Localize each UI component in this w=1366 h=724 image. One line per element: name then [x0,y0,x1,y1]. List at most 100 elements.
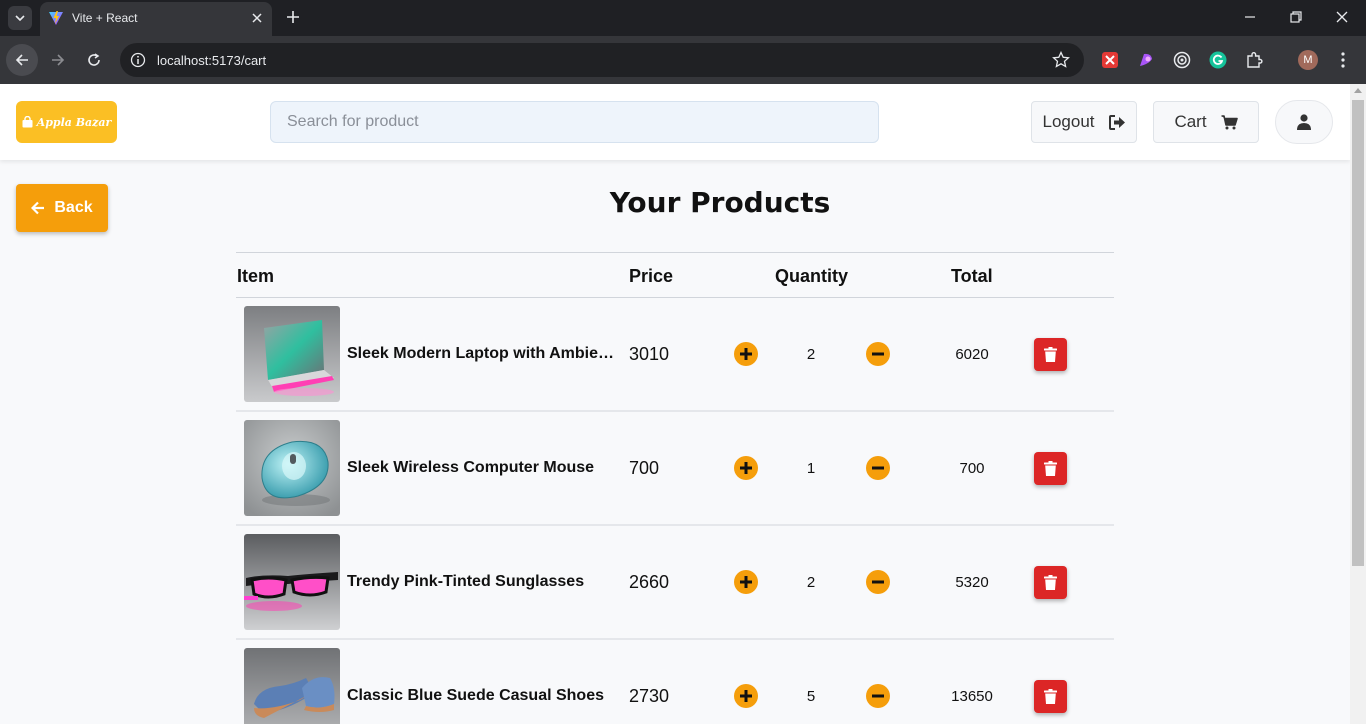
extension-target-icon[interactable] [1173,51,1191,69]
shopping-cart-icon [1221,114,1238,129]
user-profile-button[interactable] [1275,100,1333,144]
grammarly-icon[interactable] [1209,51,1227,69]
browser-toolbar: localhost:5173/cart M [0,36,1366,84]
plus-icon [740,690,752,702]
logout-button[interactable]: Logout [1031,101,1137,143]
product-price: 3010 [629,344,670,364]
increase-quantity-button[interactable] [734,570,758,594]
back-label: Back [54,199,93,216]
tab-title: Vite + React [72,11,138,25]
product-image-shoes[interactable] [244,648,340,724]
url-text[interactable]: localhost:5173/cart [157,53,266,68]
sign-out-icon [1108,114,1125,130]
product-name[interactable]: Trendy Pink-Tinted Sunglasses [347,573,623,591]
delete-button[interactable] [1034,338,1067,371]
site-info-icon[interactable] [130,52,146,68]
page-title: Your Products [609,186,831,219]
decrease-quantity-button[interactable] [866,570,890,594]
product-quantity: 5 [806,688,816,705]
product-total: 5320 [955,574,989,591]
product-quantity: 2 [806,574,816,591]
trash-icon [1044,347,1057,362]
product-price: 2730 [629,686,670,706]
minus-icon [872,352,884,356]
table-row: Trendy Pink-Tinted Sunglasses 2660 2 532… [236,526,1114,640]
plus-icon [740,462,752,474]
delete-button[interactable] [1034,452,1067,485]
back-arrow-icon[interactable] [6,44,38,76]
close-window-icon[interactable] [1322,4,1362,30]
restore-icon[interactable] [1276,4,1316,30]
column-header-price: Price [629,266,674,286]
site-logo[interactable]: Appla Bazar [16,101,117,143]
minus-icon [872,580,884,584]
logout-label: Logout [1042,112,1095,131]
decrease-quantity-button[interactable] [866,456,890,480]
product-total: 13650 [951,688,993,705]
product-image-mouse[interactable] [244,420,340,516]
increase-quantity-button[interactable] [734,456,758,480]
delete-button[interactable] [1034,566,1067,599]
extension-red-icon[interactable] [1101,51,1119,69]
scrollbar-thumb[interactable] [1352,100,1364,566]
delete-button[interactable] [1034,680,1067,713]
user-icon [1297,114,1311,130]
plus-icon [740,576,752,588]
vite-logo-icon [49,11,63,25]
minimize-icon[interactable] [1230,4,1270,30]
search-input[interactable] [270,101,879,143]
arrow-left-icon [31,201,45,215]
column-header-quantity: Quantity [775,266,849,286]
product-price: 700 [629,458,660,478]
product-name[interactable]: Sleek Wireless Computer Mouse [347,459,623,477]
product-image-laptop[interactable] [244,306,340,402]
profile-avatar[interactable]: M [1298,50,1318,70]
page-viewport: Appla Bazar Logout Cart Back [0,84,1350,724]
trash-icon [1044,575,1057,590]
scroll-up-arrow-icon[interactable] [1354,88,1362,93]
table-row: Classic Blue Suede Casual Shoes 2730 5 1… [236,640,1114,724]
close-tab-icon[interactable] [248,9,266,27]
table-row: Sleek Wireless Computer Mouse 700 1 700 [236,412,1114,526]
minus-icon [872,694,884,698]
product-name[interactable]: Classic Blue Suede Casual Shoes [347,687,623,705]
trash-icon [1044,461,1057,476]
decrease-quantity-button[interactable] [866,684,890,708]
bookmark-star-icon[interactable] [1052,51,1070,69]
chevron-down-icon [15,15,25,21]
logo-text: Appla Bazar [36,115,112,129]
cart-label: Cart [1174,112,1207,131]
browser-menu-icon[interactable] [1334,50,1352,70]
product-total: 6020 [955,346,989,363]
forward-arrow-icon[interactable] [42,44,74,76]
product-quantity: 2 [806,346,816,363]
plus-icon [740,348,752,360]
increase-quantity-button[interactable] [734,342,758,366]
cart-button[interactable]: Cart [1153,101,1259,143]
extension-purple-icon[interactable] [1137,51,1155,69]
back-button[interactable]: Back [16,184,108,232]
product-name[interactable]: Sleek Modern Laptop with Ambient Lightin… [347,345,623,363]
trash-icon [1044,689,1057,704]
increase-quantity-button[interactable] [734,684,758,708]
address-bar[interactable]: localhost:5173/cart [120,43,1084,77]
column-header-total: Total [951,266,993,286]
tab-search-button[interactable] [8,6,32,30]
table-row: Sleek Modern Laptop with Ambient Lightin… [236,298,1114,412]
page-scrollbar[interactable] [1350,84,1366,724]
decrease-quantity-button[interactable] [866,342,890,366]
reload-icon[interactable] [78,44,110,76]
table-header: Item Price Quantity Total [236,252,1114,298]
site-header: Appla Bazar Logout Cart [0,84,1350,160]
product-price: 2660 [629,572,670,592]
extensions-puzzle-icon[interactable] [1245,51,1263,69]
cart-table: Item Price Quantity Total Sleek Modern L… [236,252,1114,724]
minus-icon [872,466,884,470]
product-quantity: 1 [806,460,816,477]
product-total: 700 [959,460,985,477]
browser-tab-strip: Vite + React [0,0,1366,36]
product-image-sunglasses[interactable] [244,534,340,630]
column-header-item: Item [237,266,275,286]
new-tab-icon[interactable] [282,6,304,28]
browser-tab[interactable]: Vite + React [40,2,272,36]
